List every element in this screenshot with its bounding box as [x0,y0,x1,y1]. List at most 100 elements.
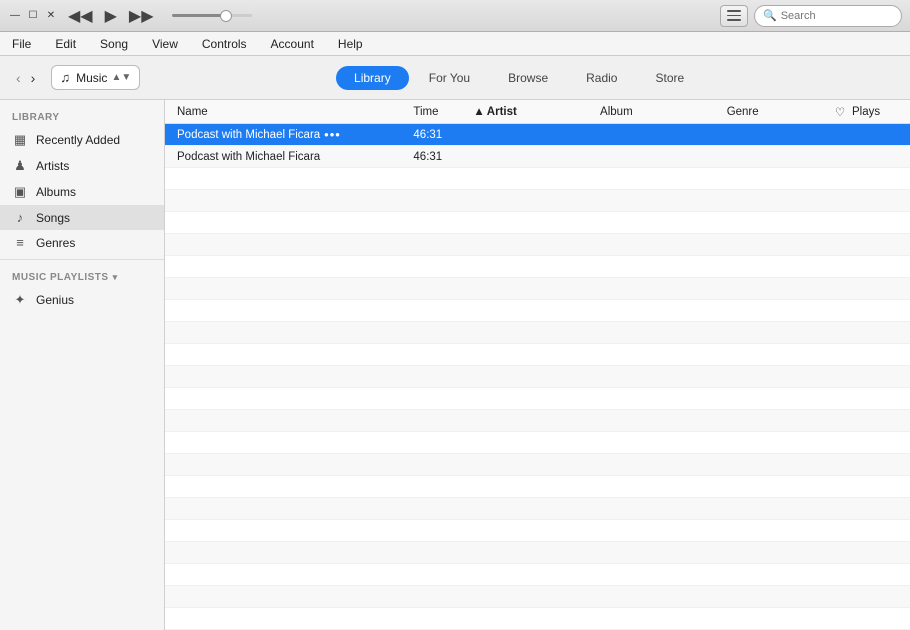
search-input[interactable] [781,10,893,22]
cell-name: Podcast with Michael Ficara ••• [173,127,413,142]
table-row [165,190,910,212]
menu-line-3 [727,19,741,21]
col-header-genre[interactable]: Genre [727,106,828,118]
recently-added-icon: ▦ [12,132,28,148]
table-row [165,520,910,542]
nav-tabs: LibraryFor YouBrowseRadioStore [336,66,702,90]
location-dropdown[interactable]: ♫ Music ▲▼ [51,65,140,90]
sidebar-item-label: Genres [36,236,75,250]
back-button[interactable]: ‹ [12,68,25,88]
dropdown-arrow-icon: ▲▼ [111,72,131,83]
menu-line-2 [727,15,741,17]
minimize-button[interactable]: — [8,9,22,23]
table-header: Name Time ▲Artist Album Genre ♡ Plays [165,100,910,124]
genius-icon: ✦ [12,292,28,308]
cell-name: Podcast with Michael Ficara [173,151,413,163]
search-box[interactable]: 🔍 [754,5,902,27]
track-name: Podcast with Michael Ficara [177,151,320,163]
sidebar-item-label: Artists [36,159,69,173]
location-label: Music [76,71,107,85]
menu-bar: File Edit Song View Controls Account Help [0,32,910,56]
table-row [165,300,910,322]
next-button[interactable]: ▶▶ [127,4,156,28]
col-header-time[interactable]: Time [413,106,473,118]
table-row [165,564,910,586]
col-header-heart[interactable]: ♡ [828,105,852,119]
sidebar-item-label: Songs [36,211,70,225]
menu-item-song[interactable]: Song [96,35,132,53]
tab-radio[interactable]: Radio [568,66,635,90]
table-row [165,366,910,388]
transport-controls[interactable]: ◀◀ ▶ ▶▶ [66,4,252,28]
sidebar-item-label: Albums [36,185,76,199]
col-header-plays[interactable]: Plays [852,106,902,118]
sidebar-item-label: Recently Added [36,133,120,147]
chevron-down-icon: ▾ [113,272,118,283]
play-button[interactable]: ▶ [103,4,119,28]
volume-slider[interactable] [172,14,252,17]
sidebar-item-albums[interactable]: ▣ Albums [0,179,164,205]
music-note-icon: ♫ [60,70,70,85]
search-icon: 🔍 [763,9,777,22]
table-row [165,498,910,520]
menu-item-view[interactable]: View [148,35,182,53]
tab-for-you[interactable]: For You [411,66,488,90]
table-row[interactable]: Podcast with Michael Ficara ••• 46:31 [165,124,910,146]
table-row [165,278,910,300]
music-playlists-label[interactable]: Music Playlists ▾ [0,264,164,287]
artists-icon: ♟ [12,158,28,174]
track-name: Podcast with Michael Ficara [177,129,320,141]
menu-item-controls[interactable]: Controls [198,35,251,53]
tab-library[interactable]: Library [336,66,409,90]
sort-up-icon: ▲ [473,106,484,118]
sidebar: Library ▦ Recently Added ♟ Artists ▣ Alb… [0,100,165,630]
sidebar-divider [0,259,164,260]
col-header-name[interactable]: Name [173,106,413,118]
window-controls[interactable]: — ☐ ✕ [8,9,58,23]
table-row [165,608,910,630]
title-bar: — ☐ ✕ ◀◀ ▶ ▶▶ 🔍 [0,0,910,32]
title-bar-right: 🔍 [720,5,902,27]
maximize-button[interactable]: ☐ [26,9,40,23]
library-label: Library [0,106,164,127]
tab-browse[interactable]: Browse [490,66,566,90]
tab-store[interactable]: Store [637,66,702,90]
volume-track [172,14,252,17]
table-row [165,586,910,608]
albums-icon: ▣ [12,184,28,200]
forward-button[interactable]: › [27,68,40,88]
menu-item-help[interactable]: Help [334,35,367,53]
table-row [165,168,910,190]
col-header-album[interactable]: Album [600,106,727,118]
col-header-artist[interactable]: ▲Artist [473,106,600,118]
table-row [165,322,910,344]
table-row [165,344,910,366]
table-row [165,388,910,410]
table-row [165,432,910,454]
volume-thumb[interactable] [220,10,232,22]
table-row [165,542,910,564]
table-row [165,234,910,256]
menu-item-edit[interactable]: Edit [51,35,80,53]
table-row [165,476,910,498]
close-button[interactable]: ✕ [44,9,58,23]
cell-time: 46:31 [413,151,473,163]
sidebar-item-recently-added[interactable]: ▦ Recently Added [0,127,164,153]
sidebar-item-artists[interactable]: ♟ Artists [0,153,164,179]
sidebar-item-genres[interactable]: ≡ Genres [0,230,164,255]
menu-item-file[interactable]: File [8,35,35,53]
track-dots: ••• [324,127,341,142]
main-layout: Library ▦ Recently Added ♟ Artists ▣ Alb… [0,100,910,630]
nav-bar: ‹ › ♫ Music ▲▼ LibraryFor YouBrowseRadio… [0,56,910,100]
sidebar-item-songs[interactable]: ♪ Songs [0,205,164,230]
table-row[interactable]: Podcast with Michael Ficara 46:31 [165,146,910,168]
prev-button[interactable]: ◀◀ [66,4,95,28]
sidebar-item-label: Genius [36,293,74,307]
sidebar-item-genius[interactable]: ✦ Genius [0,287,164,313]
cell-time: 46:31 [413,129,473,141]
playlists-label-text: Music Playlists [12,272,109,283]
menu-button[interactable] [720,5,748,27]
menu-item-account[interactable]: Account [267,35,318,53]
songs-icon: ♪ [12,210,28,225]
nav-arrows[interactable]: ‹ › [12,68,39,88]
